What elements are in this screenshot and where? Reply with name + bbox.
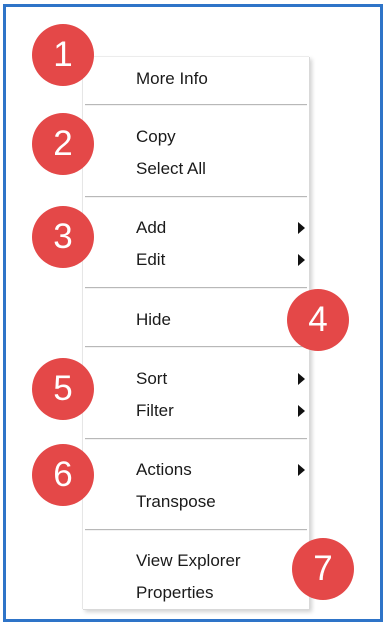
menu-item-properties[interactable]: Properties	[136, 579, 309, 607]
menu-item-copy[interactable]: Copy	[136, 123, 309, 151]
menu-item-label: Add	[136, 218, 167, 237]
context-menu: More Info Copy Select All Add Edit Hide …	[82, 56, 309, 609]
callout-badge-5: 5	[32, 358, 94, 420]
menu-item-filter[interactable]: Filter	[136, 397, 309, 425]
callout-badge-1: 1	[32, 24, 94, 86]
menu-item-select-all[interactable]: Select All	[136, 155, 309, 183]
menu-item-transpose[interactable]: Transpose	[136, 488, 309, 516]
menu-item-label: More Info	[136, 69, 208, 88]
submenu-arrow-icon	[298, 373, 305, 385]
callout-badge-2: 2	[32, 113, 94, 175]
submenu-arrow-icon	[298, 464, 305, 476]
menu-item-edit[interactable]: Edit	[136, 246, 309, 274]
menu-item-sort[interactable]: Sort	[136, 365, 309, 393]
menu-item-label: Select All	[136, 159, 206, 178]
menu-item-more-info[interactable]: More Info	[136, 65, 309, 93]
submenu-arrow-icon	[298, 254, 305, 266]
menu-item-actions[interactable]: Actions	[136, 456, 309, 484]
menu-separator	[85, 346, 307, 347]
menu-separator	[85, 287, 307, 288]
menu-item-label: Hide	[136, 310, 171, 329]
menu-item-label: Properties	[136, 583, 214, 602]
menu-item-add[interactable]: Add	[136, 214, 309, 242]
callout-badge-7: 7	[292, 538, 354, 600]
submenu-arrow-icon	[298, 222, 305, 234]
menu-item-label: View Explorer	[136, 551, 241, 570]
callout-badge-4: 4	[287, 289, 349, 351]
menu-separator	[85, 104, 307, 105]
menu-separator	[85, 529, 307, 530]
callout-badge-6: 6	[32, 444, 94, 506]
menu-item-label: Sort	[136, 369, 168, 388]
submenu-arrow-icon	[298, 405, 305, 417]
menu-item-label: Filter	[136, 401, 174, 420]
menu-separator	[85, 196, 307, 197]
menu-item-view-explorer[interactable]: View Explorer	[136, 547, 309, 575]
menu-item-label: Edit	[136, 250, 166, 269]
menu-item-label: Actions	[136, 460, 192, 479]
callout-badge-3: 3	[32, 206, 94, 268]
menu-item-hide[interactable]: Hide	[136, 306, 309, 334]
menu-item-label: Copy	[136, 127, 176, 146]
menu-item-label: Transpose	[136, 492, 216, 511]
menu-separator	[85, 438, 307, 439]
